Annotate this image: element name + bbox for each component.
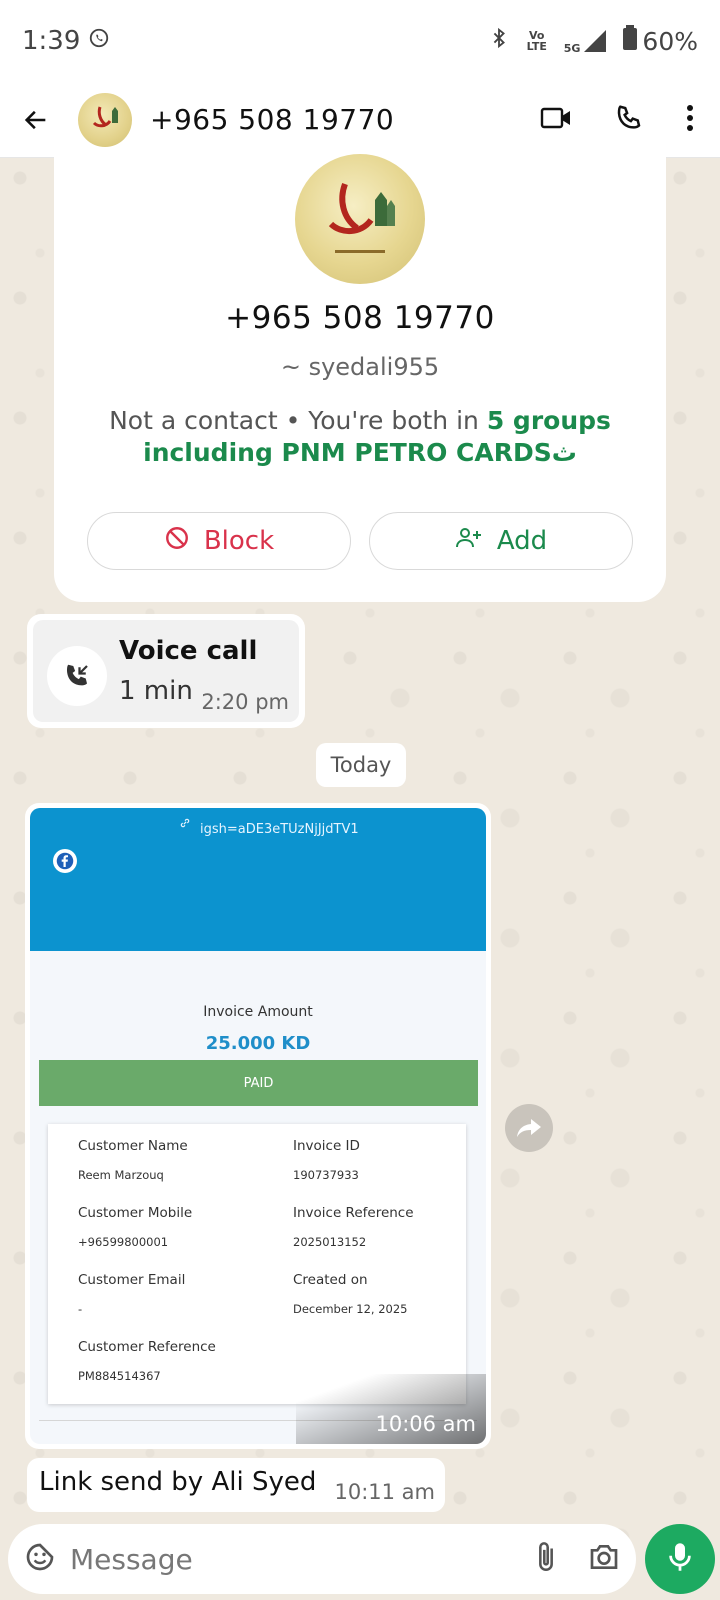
image-timestamp: 10:06 am	[375, 1412, 476, 1436]
call-type-label: Voice call	[119, 636, 258, 666]
status-bar: 1:39 Vo LTE 5G 60%	[0, 0, 720, 82]
network-type-label: 5G	[563, 42, 581, 55]
volte-indicator: Vo LTE	[526, 29, 547, 53]
back-arrow-icon[interactable]	[18, 102, 54, 138]
forward-icon[interactable]	[505, 1104, 553, 1152]
contact-avatar[interactable]	[78, 92, 132, 147]
voice-call-icon[interactable]	[614, 103, 644, 137]
link-icon	[178, 816, 192, 834]
invoice-id-value: 190737933	[293, 1168, 359, 1182]
chat-header: +965 508 19770	[0, 82, 720, 158]
created-on-value: December 12, 2025	[293, 1302, 408, 1316]
emoji-sticker-icon[interactable]	[24, 1541, 56, 1577]
message-input[interactable]: Message	[70, 1543, 534, 1576]
incoming-call-icon	[47, 646, 107, 706]
video-call-icon[interactable]	[540, 105, 572, 135]
date-divider: Today	[316, 743, 406, 787]
signal-icon: 5G	[564, 28, 609, 54]
add-person-icon	[455, 525, 483, 558]
not-contact-text: Not a contact • You're both in	[109, 406, 487, 435]
invoice-reference-label: Invoice Reference	[293, 1205, 414, 1221]
microphone-button[interactable]	[645, 1524, 715, 1594]
message-timestamp: 10:11 am	[334, 1480, 435, 1504]
customer-email-label: Customer Email	[78, 1272, 186, 1288]
invoice-link: igsh=aDE3eTUzNjJjdTV1	[178, 816, 359, 837]
battery-icon	[622, 25, 638, 57]
camera-icon[interactable]	[588, 1543, 620, 1575]
invoice-reference-value: 2025013152	[293, 1235, 367, 1249]
whatsapp-notification-icon	[88, 26, 110, 56]
customer-mobile-value: +96599800001	[78, 1235, 169, 1249]
profile-picture	[295, 154, 425, 284]
image-message[interactable]: igsh=aDE3eTUzNjJjdTV1 Invoice Amount 25.…	[25, 803, 491, 1449]
paid-status-bar: PAID	[39, 1060, 478, 1106]
text-message[interactable]: Link send by Ali Syed 10:11 am	[27, 1458, 445, 1512]
call-duration: 1 min	[119, 676, 193, 706]
block-label: Block	[203, 526, 275, 556]
voice-call-message[interactable]: Voice call 1 min 2:20 pm	[27, 614, 305, 728]
block-icon	[164, 525, 190, 558]
link-text: igsh=aDE3eTUzNjJjdTV1	[200, 822, 359, 837]
more-options-icon[interactable]	[686, 104, 694, 136]
status-time: 1:39	[22, 26, 81, 56]
customer-reference-value: PM884514367	[78, 1369, 161, 1383]
call-timestamp: 2:20 pm	[201, 690, 289, 714]
invoice-id-label: Invoice ID	[293, 1138, 360, 1154]
customer-mobile-label: Customer Mobile	[78, 1205, 193, 1221]
invoice-screenshot[interactable]: igsh=aDE3eTUzNjJjdTV1 Invoice Amount 25.…	[30, 808, 486, 1444]
contact-relationship-info: Not a contact • You're both in 5 groups …	[94, 405, 626, 469]
add-contact-button[interactable]: Add	[369, 512, 633, 570]
invoice-amount-label: Invoice Amount	[203, 1004, 313, 1020]
customer-email-value: -	[78, 1302, 83, 1316]
invoice-details-card: Customer Name Reem Marzouq Invoice ID 19…	[48, 1124, 466, 1404]
contact-phone: +965 508 19770	[225, 300, 495, 336]
add-label: Add	[496, 526, 548, 556]
invoice-amount: 25.000 KD	[205, 1033, 311, 1054]
chat-title[interactable]: +965 508 19770	[150, 103, 394, 136]
customer-name-value: Reem Marzouq	[78, 1168, 164, 1182]
message-composer: Message	[8, 1524, 636, 1594]
contact-info-card: +965 508 19770 ~ syedali955 Not a contac…	[54, 150, 666, 602]
customer-reference-label: Customer Reference	[78, 1339, 216, 1355]
message-text: Link send by Ali Syed	[39, 1467, 317, 1497]
facebook-icon	[53, 849, 77, 873]
battery-percent: 60%	[642, 26, 698, 56]
block-button[interactable]: Block	[87, 512, 351, 570]
created-on-label: Created on	[293, 1272, 368, 1288]
microphone-icon	[667, 1542, 693, 1576]
customer-name-label: Customer Name	[78, 1138, 188, 1154]
bluetooth-icon	[488, 26, 510, 56]
contact-username: ~ syedali955	[280, 353, 440, 381]
attach-icon[interactable]	[534, 1540, 558, 1578]
